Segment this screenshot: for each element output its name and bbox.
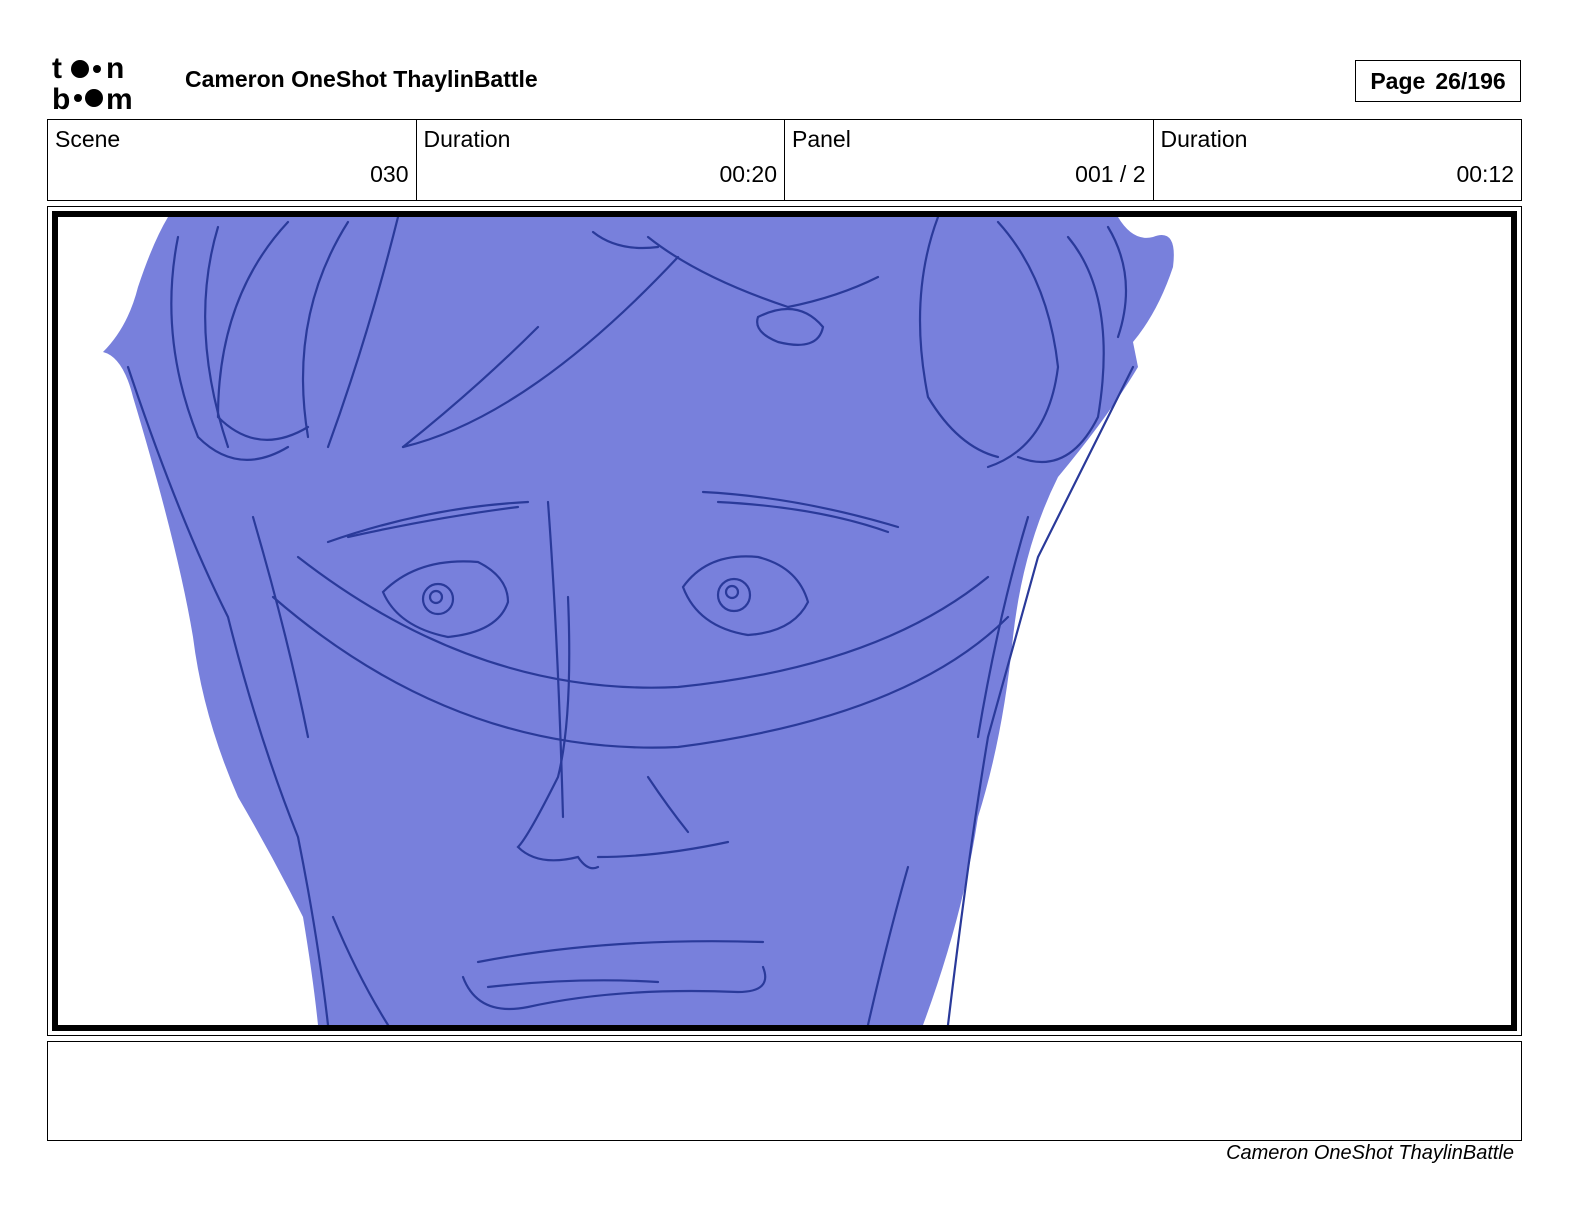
character-face-sketch [103, 217, 1174, 1025]
panel-cell: Panel 001 / 2 [785, 120, 1154, 200]
svg-text:t: t [52, 52, 62, 85]
footer-title: Cameron OneShot ThaylinBattle [1226, 1142, 1514, 1164]
storyboard-panel-image [52, 211, 1517, 1031]
panel-value: 001 / 2 [1075, 161, 1146, 187]
scene-duration-label: Duration [423, 126, 511, 152]
svg-text:n: n [106, 52, 124, 85]
scene-duration-cell: Duration 00:20 [417, 120, 785, 200]
panel-duration-cell: Duration 00:12 [1154, 120, 1522, 200]
toon-boom-logo: t n b m [50, 50, 164, 116]
panel-duration-label: Duration [1160, 126, 1248, 152]
svg-text:b: b [52, 83, 70, 112]
scene-value: 030 [370, 161, 409, 187]
page-number: 26/196 [1435, 67, 1506, 94]
page-indicator: Page 26/196 [1355, 60, 1521, 102]
scene-info-table: Scene 030 Duration 00:20 Panel 001 / 2 D… [47, 119, 1522, 201]
panel-label: Panel [792, 126, 851, 152]
panel-duration-value: 00:12 [1456, 161, 1514, 187]
svg-text:m: m [106, 83, 133, 112]
scene-label: Scene [55, 126, 121, 152]
scene-duration-value: 00:20 [719, 161, 777, 187]
notes-box [47, 1041, 1522, 1141]
scene-cell: Scene 030 [48, 120, 417, 200]
page-label: Page [1370, 67, 1426, 94]
document-title: Cameron OneShot ThaylinBattle [185, 66, 538, 92]
